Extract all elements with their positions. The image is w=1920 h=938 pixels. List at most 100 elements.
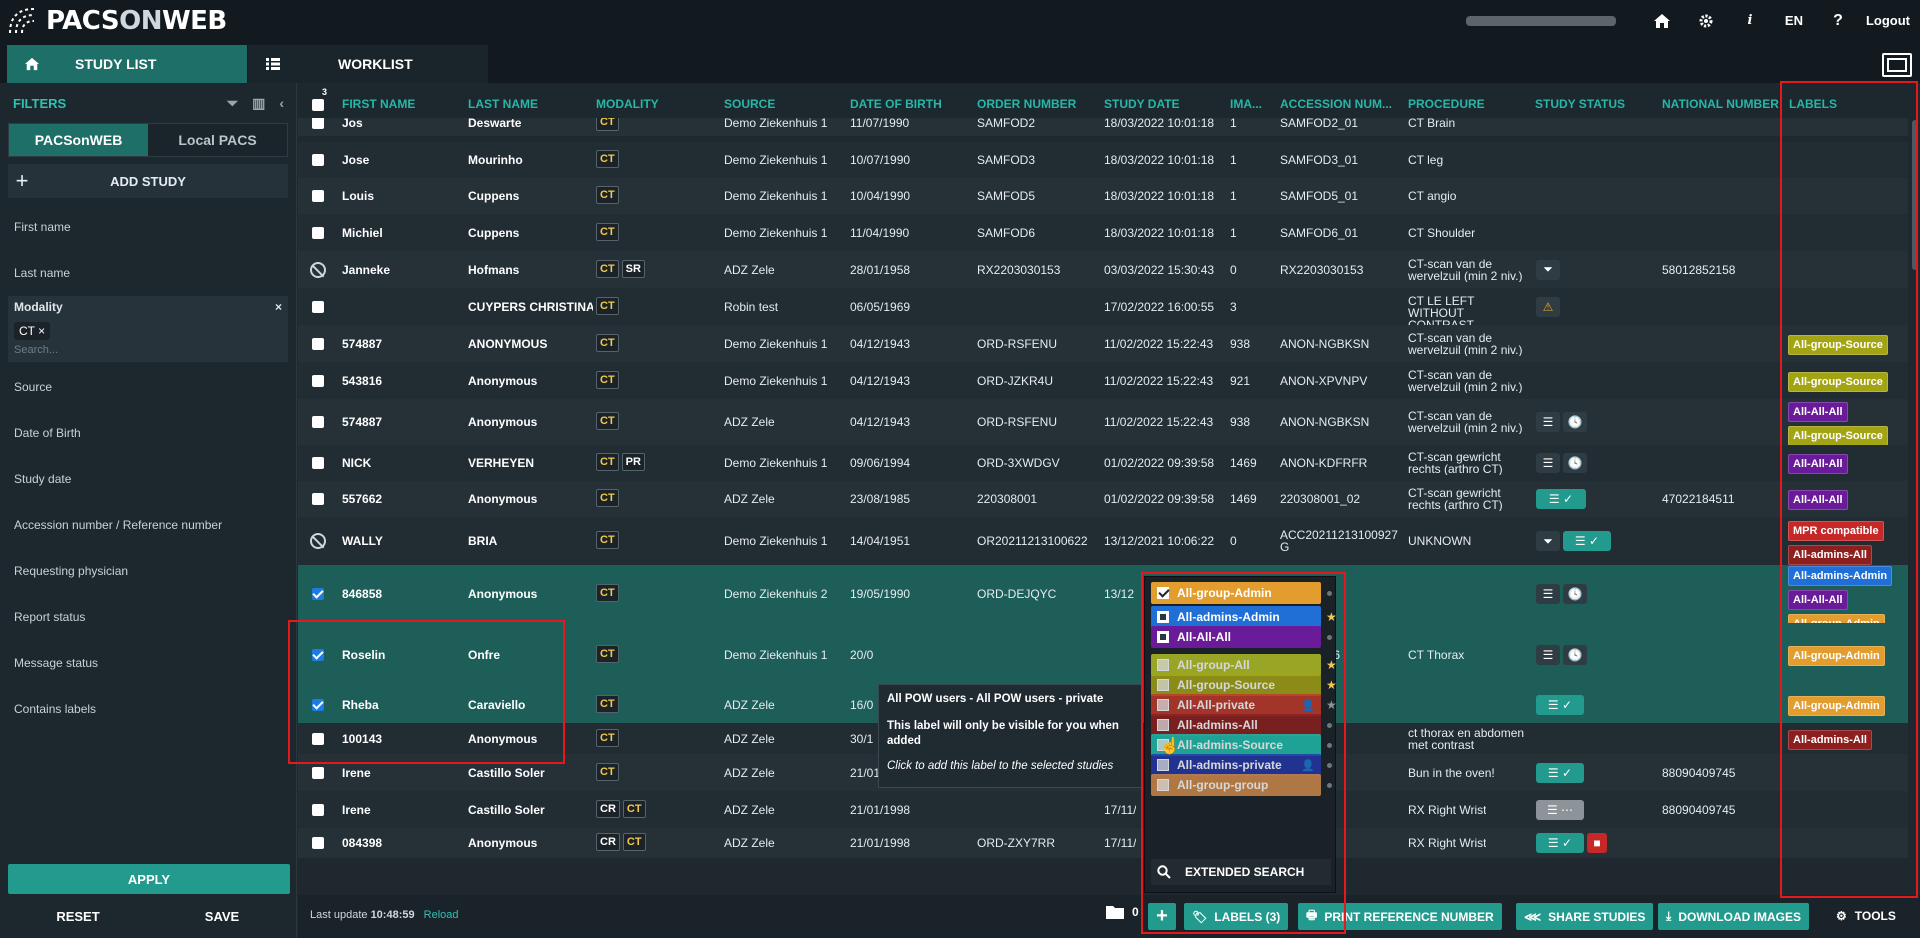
filter-first-name[interactable]: First name xyxy=(0,204,296,250)
row-checkbox[interactable] xyxy=(312,493,324,505)
row-checkbox[interactable] xyxy=(312,732,324,745)
status-icon[interactable]: ☰ ✓ xyxy=(1563,531,1611,551)
label-badge[interactable]: All-All-All xyxy=(1788,490,1848,510)
favorite-star-icon[interactable]: ★ xyxy=(1326,610,1337,624)
row-checkbox[interactable] xyxy=(312,803,324,816)
label-option-dot-icon[interactable] xyxy=(1327,763,1332,768)
status-icon[interactable]: 🕓 xyxy=(1563,412,1587,432)
table-row[interactable]: WALLY BRIA CT Demo Ziekenhuis 1 14/04/1951 OR… xyxy=(298,517,1908,565)
label-badge[interactable]: All-group-Source xyxy=(1788,334,1888,355)
label-option[interactable]: All-group-Source xyxy=(1151,674,1321,696)
label-option-dot-icon[interactable] xyxy=(1327,635,1332,640)
col-study-status[interactable]: STUDY STATUS xyxy=(1535,97,1625,111)
source-local-pacs[interactable]: Local PACS xyxy=(148,124,287,156)
label-option-checkbox[interactable] xyxy=(1157,659,1169,671)
status-icon[interactable]: ☰ xyxy=(1536,453,1560,473)
print-reference-button[interactable]: 🖶 PRINT REFERENCE NUMBER xyxy=(1298,903,1502,930)
status-icon[interactable]: ☰ xyxy=(1536,412,1560,432)
row-checkbox[interactable] xyxy=(312,190,324,202)
label-option-checkbox[interactable] xyxy=(1157,759,1169,771)
table-row[interactable]: 557662 Anonymous CT ADZ Zele 23/08/1985 22030… xyxy=(298,481,1908,517)
tab-study-list[interactable]: STUDY LIST xyxy=(7,45,247,83)
label-option-checkbox[interactable] xyxy=(1157,631,1169,643)
label-badge[interactable]: All-admins-All xyxy=(1788,729,1872,750)
col-study-date[interactable]: STUDY DATE xyxy=(1104,97,1180,111)
label-option[interactable]: All-admins-Admin xyxy=(1151,606,1321,628)
settings-button[interactable] xyxy=(1684,0,1728,41)
row-checkbox[interactable] xyxy=(312,648,324,661)
add-label-button[interactable]: + xyxy=(1148,903,1176,930)
table-row[interactable]: CUYPERS CHRISTINA CT Robin test 06/05/1969 1… xyxy=(298,288,1908,331)
home-button[interactable] xyxy=(1640,0,1684,41)
label-badge[interactable]: All-admins-All xyxy=(1788,545,1872,565)
table-row[interactable]: 574887 ANONYMOUS CT Demo Ziekenhuis 1 04/12/… xyxy=(298,325,1908,362)
status-icon[interactable]: 🕓 xyxy=(1563,453,1587,473)
columns-icon[interactable]: ▥ xyxy=(252,95,265,112)
row-checkbox[interactable] xyxy=(312,588,324,600)
col-procedure[interactable]: PROCEDURE xyxy=(1408,97,1485,111)
label-badge[interactable]: All-group-Source xyxy=(1788,426,1888,446)
row-checkbox[interactable] xyxy=(312,766,324,779)
tools-button[interactable]: ⚙ TOOLS xyxy=(1836,909,1896,923)
col-modality[interactable]: MODALITY xyxy=(596,97,659,111)
filter-requesting-physician[interactable]: Requesting physician xyxy=(0,548,296,594)
table-scrollbar[interactable] xyxy=(1912,120,1918,270)
label-option[interactable]: All-group-All xyxy=(1151,654,1321,676)
col-labels[interactable]: LABELS xyxy=(1789,97,1837,111)
label-option-checkbox[interactable] xyxy=(1157,719,1169,731)
label-option-dot-icon[interactable] xyxy=(1327,723,1332,728)
filter-date-of-birth[interactable]: Date of Birth xyxy=(0,410,296,456)
table-row[interactable]: 543816 Anonymous CT Demo Ziekenhuis 1 04/12/… xyxy=(298,362,1908,399)
label-badge[interactable]: All-group-Admin xyxy=(1788,695,1885,716)
label-badge[interactable]: MPR compatible xyxy=(1788,521,1884,541)
label-option[interactable]: All-admins-private 👤 xyxy=(1151,754,1321,776)
filter-contains-labels[interactable]: Contains labels xyxy=(0,686,296,732)
help-button[interactable]: ? xyxy=(1816,0,1860,41)
reload-link[interactable]: Reload xyxy=(424,909,459,921)
table-row[interactable]: RoselinOnfreCTDemo Ziekenhuis 120/021309… xyxy=(298,623,1908,686)
status-icon[interactable]: ⏷ xyxy=(1536,259,1560,280)
label-option[interactable]: All-group-Admin xyxy=(1151,582,1321,604)
label-option-dot-icon[interactable] xyxy=(1327,591,1332,596)
status-icon[interactable]: ☰ ✓ xyxy=(1536,833,1584,853)
label-badge[interactable]: All-group-Source xyxy=(1788,371,1888,392)
select-all-checkbox[interactable] xyxy=(312,99,324,111)
label-option-dot-icon[interactable] xyxy=(1327,743,1332,748)
status-icon[interactable]: ☰ xyxy=(1536,584,1560,604)
filter-source[interactable]: Source xyxy=(0,364,296,410)
table-row[interactable]: 574887 Anonymous CT ADZ Zele 04/12/1943 ORD-R… xyxy=(298,399,1908,446)
filter-last-name[interactable]: Last name xyxy=(0,250,296,296)
status-icon[interactable]: ☰ ✓ xyxy=(1536,489,1586,509)
col-order-number[interactable]: ORDER NUMBER xyxy=(977,97,1076,111)
row-checkbox[interactable] xyxy=(312,374,324,387)
favorite-star-icon[interactable]: ★ xyxy=(1326,658,1337,672)
status-icon[interactable]: 🕓 xyxy=(1563,644,1587,665)
add-study-button[interactable]: + ADD STUDY xyxy=(8,164,288,198)
apply-button[interactable]: APPLY xyxy=(8,864,290,894)
table-row[interactable]: Jos Deswarte CT Demo Ziekenhuis 1 11/07/1990… xyxy=(298,118,1908,136)
download-images-button[interactable]: ⤓ DOWNLOAD IMAGES xyxy=(1658,903,1809,930)
tab-worklist[interactable]: WORKLIST xyxy=(248,45,488,83)
language-button[interactable]: EN xyxy=(1772,0,1816,41)
source-pacsonweb[interactable]: PACSonWEB xyxy=(9,124,148,156)
label-option-checkbox[interactable] xyxy=(1157,587,1169,599)
label-option-dot-icon[interactable] xyxy=(1327,783,1332,788)
col-source[interactable]: SOURCE xyxy=(724,97,775,111)
table-row[interactable]: NICK VERHEYEN CT PR Demo Ziekenhuis 1 09/06/1… xyxy=(298,445,1908,481)
filter-message-status[interactable]: Message status xyxy=(0,640,296,686)
modality-search-input[interactable]: Search... xyxy=(14,344,282,356)
label-option[interactable]: All-All-All xyxy=(1151,626,1321,648)
row-checkbox[interactable] xyxy=(312,837,324,849)
col-first-name[interactable]: FIRST NAME xyxy=(342,97,415,111)
label-option[interactable]: All-admins-All xyxy=(1151,714,1321,736)
filter-icon[interactable]: ⏷ xyxy=(227,95,238,112)
reset-button[interactable]: RESET xyxy=(8,900,148,932)
save-button[interactable]: SAVE xyxy=(152,900,292,932)
share-studies-button[interactable]: ⋘ SHARE STUDIES xyxy=(1516,903,1654,930)
col-last-name[interactable]: LAST NAME xyxy=(468,97,538,111)
table-row[interactable]: Louis Cuppens CT Demo Ziekenhuis 1 10/04/199… xyxy=(298,178,1908,214)
status-icon[interactable]: ☰ ✓ xyxy=(1536,762,1584,783)
status-icon[interactable]: ☰ ⋯ xyxy=(1536,799,1584,820)
row-checkbox[interactable] xyxy=(312,226,324,239)
col-accession[interactable]: ACCESSION NUM... xyxy=(1280,97,1392,111)
